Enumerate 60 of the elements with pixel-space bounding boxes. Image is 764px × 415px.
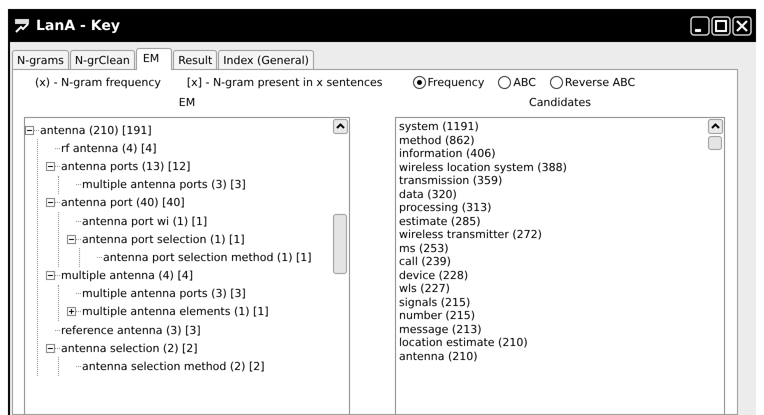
scroll-thumb[interactable]: [708, 136, 722, 150]
tab[interactable]: N-grClean: [70, 50, 135, 69]
scroll-up-icon[interactable]: [708, 119, 722, 134]
collapse-icon[interactable]: [67, 234, 76, 244]
list-item[interactable]: device (228): [399, 268, 707, 282]
list-item[interactable]: data (320): [399, 188, 707, 201]
radio-button[interactable]: ABC: [498, 76, 536, 89]
scroll-thumb[interactable]: [333, 214, 347, 274]
collapse-icon[interactable]: [46, 344, 55, 353]
collapse-icon[interactable]: [25, 126, 34, 135]
list-item[interactable]: information (406): [399, 147, 707, 160]
maximize-icon[interactable]: [711, 16, 731, 36]
collapse-icon[interactable]: [46, 162, 55, 171]
tree-item[interactable]: multiple antenna elements (1) [1]: [82, 305, 269, 318]
tree-item[interactable]: antenna port selection (1) [1]: [82, 232, 245, 246]
collapse-icon[interactable]: [46, 198, 55, 208]
tree-item[interactable]: antenna port selection method (1) [1]: [103, 250, 312, 264]
window-title: LanA - Key: [36, 18, 121, 34]
tree-item[interactable]: antenna selection (2) [2]: [61, 342, 198, 355]
tree-item[interactable]: antenna ports (13) [12]: [61, 160, 190, 173]
list-item[interactable]: estimate (285): [399, 214, 707, 228]
list-item[interactable]: number (215): [399, 309, 707, 322]
scroll-up-icon[interactable]: [332, 119, 348, 134]
list-item[interactable]: message (213): [399, 322, 707, 336]
tree-item[interactable]: antenna selection method (2) [2]: [82, 360, 265, 374]
tree-item[interactable]: reference antenna (3) [3]: [61, 324, 201, 337]
minimize-icon[interactable]: [690, 16, 710, 36]
list-item[interactable]: wireless location system (388): [399, 160, 707, 174]
tab[interactable]: N-grams: [12, 50, 69, 69]
tree-item[interactable]: multiple antenna ports (3) [3]: [82, 178, 246, 192]
list-item[interactable]: antenna (210): [399, 350, 707, 363]
list-item[interactable]: system (1191): [399, 120, 707, 134]
radio-button[interactable]: Reverse ABC: [550, 76, 636, 89]
tab[interactable]: Result: [173, 50, 218, 69]
tree-item[interactable]: multiple antenna (4) [4]: [61, 269, 194, 282]
radio-button[interactable]: Frequency: [412, 76, 484, 89]
list-item[interactable]: wls (227): [399, 282, 707, 296]
list-item[interactable]: processing (313): [399, 201, 707, 214]
tab[interactable]: Index (General): [218, 50, 314, 69]
tree-item[interactable]: antenna (210) [191]: [40, 124, 152, 137]
list-item[interactable]: method (862): [399, 134, 707, 147]
list-item[interactable]: transmission (359): [399, 174, 707, 188]
legend-text: (x) - N-gram frequency: [35, 76, 161, 89]
list-item[interactable]: wireless transmitter (272): [399, 228, 707, 242]
list-item[interactable]: signals (215): [399, 296, 707, 309]
legend-text: [x] - N-gram present in x sentences: [186, 76, 383, 89]
tree-item[interactable]: antenna port (40) [40]: [61, 196, 185, 210]
list-item[interactable]: location estimate (210): [399, 336, 707, 350]
tree-item[interactable]: rf antenna (4) [4]: [61, 142, 157, 155]
tree-item[interactable]: antenna port wi (1) [1]: [82, 214, 208, 228]
collapse-icon[interactable]: [46, 271, 55, 280]
tree-item[interactable]: multiple antenna ports (3) [3]: [82, 287, 246, 300]
tab[interactable]: EM: [136, 48, 172, 70]
app-icon: [14, 18, 30, 34]
list-item[interactable]: call (239): [399, 255, 707, 268]
panel-heading: Candidates: [528, 95, 592, 111]
close-icon[interactable]: [732, 16, 752, 36]
list-item[interactable]: ms (253): [399, 242, 707, 255]
expand-icon[interactable]: [67, 307, 76, 316]
panel-heading: EM: [178, 95, 196, 111]
